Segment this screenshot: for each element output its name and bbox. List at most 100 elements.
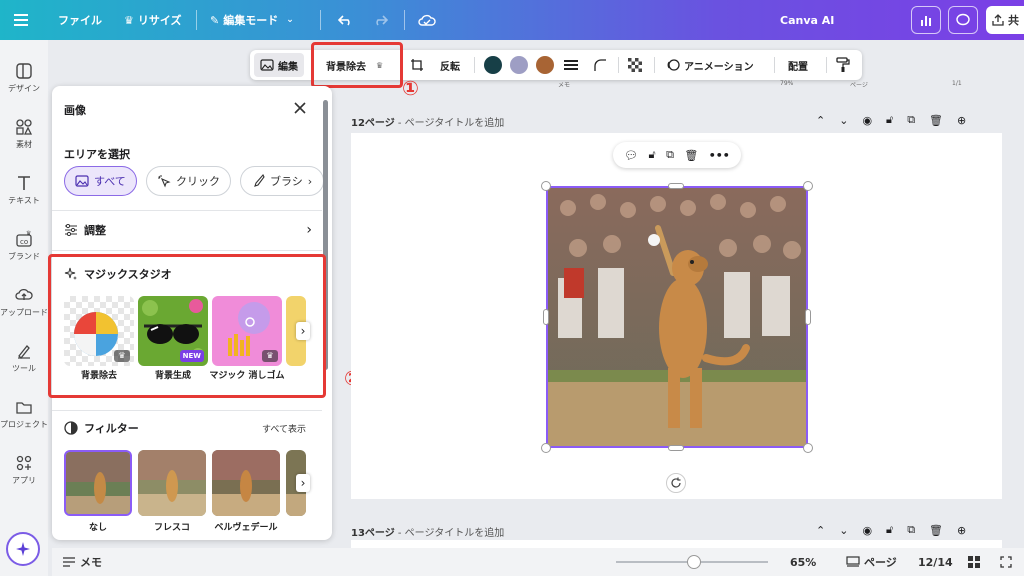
analytics-button[interactable] — [911, 6, 941, 34]
rail-item-text[interactable]: テキスト — [0, 174, 48, 206]
divider — [52, 250, 322, 251]
left-rail: デザイン 素材 テキスト co ♛ ブランド アップロード ツール プロジェクト … — [0, 40, 48, 576]
area-chip-click[interactable]: クリック — [146, 166, 231, 196]
paint-roller-icon[interactable] — [836, 50, 850, 80]
duplicate-icon[interactable]: ⧉ — [907, 523, 915, 537]
chevron-right-icon[interactable]: › — [296, 474, 310, 492]
duplicate-icon[interactable]: ⧉ — [907, 113, 915, 127]
zoom-value[interactable]: 65% — [790, 548, 816, 576]
color-swatch-1[interactable] — [484, 56, 502, 74]
lock-icon[interactable]: 🔓︎ — [886, 523, 893, 537]
position-button[interactable]: 配置 — [788, 50, 808, 80]
magic-assistant-button[interactable] — [6, 532, 40, 566]
area-chip-all[interactable]: すべて — [64, 166, 137, 196]
divider — [618, 57, 619, 73]
chevron-down-icon[interactable]: ⌄ — [839, 114, 848, 127]
animation-button[interactable]: アニメーション — [666, 50, 754, 80]
rail-item-design[interactable]: デザイン — [0, 62, 48, 94]
add-page-icon[interactable]: ⊕ — [957, 524, 966, 537]
close-icon[interactable] — [290, 98, 310, 118]
edit-image-button[interactable]: 編集 — [254, 53, 304, 77]
photo-image — [548, 188, 806, 446]
grid-view-icon[interactable] — [968, 548, 980, 576]
pages-label: ページ — [864, 556, 897, 569]
memo-label: メモ — [80, 556, 102, 569]
redo-icon[interactable] — [372, 0, 388, 40]
menu-icon[interactable] — [14, 0, 30, 40]
fullscreen-icon[interactable] — [1000, 548, 1012, 576]
lock-icon[interactable]: 🔓︎ — [886, 113, 893, 127]
edit-label: 編集 — [278, 61, 298, 73]
eye-icon[interactable]: ◉ — [862, 524, 872, 537]
color-swatch-3[interactable] — [536, 56, 554, 74]
ruler-memo: メモ — [558, 82, 571, 89]
text-icon — [18, 176, 30, 190]
chevron-down-icon[interactable]: ⌄ — [839, 524, 848, 537]
chevron-up-icon[interactable]: ⌃ — [816, 524, 825, 537]
rail-item-elements[interactable]: 素材 — [0, 118, 48, 150]
page-12-header[interactable]: 12ページ - ページタイトルを追加 — [351, 114, 504, 129]
trash-icon[interactable]: 🗑︎ — [929, 114, 943, 127]
filter-thumb-fresco[interactable] — [138, 450, 206, 516]
add-page-icon[interactable]: ⊕ — [957, 114, 966, 127]
select-area-heading: エリアを選択 — [64, 148, 130, 161]
resize-handle-bottom[interactable] — [668, 445, 684, 451]
upload-icon — [992, 14, 1004, 26]
notes-button[interactable]: メモ — [62, 548, 102, 576]
panel-title: 画像 — [64, 104, 86, 117]
page-13-header[interactable]: 13ページ - ページタイトルを追加 — [351, 524, 504, 539]
show-all-link[interactable]: すべて表示 — [262, 422, 306, 435]
page-count-label: 12/14 — [918, 555, 953, 569]
rail-item-tools[interactable]: ツール — [0, 342, 48, 374]
resize-handle-left[interactable] — [543, 309, 549, 325]
share-button[interactable]: 共 — [986, 6, 1024, 34]
resize-handle-top[interactable] — [668, 183, 684, 189]
eye-icon[interactable]: ◉ — [862, 114, 872, 127]
more-icon[interactable]: ••• — [709, 149, 730, 162]
rail-item-brand[interactable]: co ♛ ブランド — [0, 230, 48, 262]
adjust-row[interactable]: 調整 › — [64, 220, 312, 240]
filter-thumb-belvedere[interactable] — [212, 450, 280, 516]
resize-handle-right[interactable] — [805, 309, 811, 325]
corner-rounding-icon[interactable] — [593, 50, 607, 80]
filter-thumb-none[interactable] — [64, 450, 132, 516]
rotate-icon[interactable] — [666, 473, 686, 493]
file-menu[interactable]: ファイル — [58, 0, 102, 40]
resize-handle-tr[interactable] — [803, 181, 813, 191]
undo-icon[interactable] — [338, 0, 354, 40]
title-label: Canva AI — [780, 13, 835, 27]
transparency-icon[interactable] — [628, 50, 642, 80]
resize-button[interactable]: ♛ リサイズ — [124, 0, 182, 40]
area-chip-brush[interactable]: ブラシ › — [240, 166, 324, 196]
resize-handle-bl[interactable] — [541, 443, 551, 453]
lock-icon[interactable]: 🔓︎ — [649, 148, 656, 162]
color-swatch-2[interactable] — [510, 56, 528, 74]
document-title[interactable]: Canva AI — [780, 0, 834, 40]
canvas-page-13[interactable] — [351, 540, 1002, 548]
border-style-icon[interactable] — [563, 50, 579, 80]
edit-mode-dropdown[interactable]: ✎ 編集モード ⌄ — [210, 0, 294, 40]
duplicate-icon[interactable]: ⧉ — [666, 148, 674, 162]
trash-icon[interactable]: 🗑︎ — [929, 524, 943, 537]
comment-add-icon[interactable]: 💬︎ — [624, 149, 638, 162]
rail-item-apps[interactable]: アプリ — [0, 454, 48, 486]
pages-button[interactable]: ページ — [846, 548, 897, 576]
cloud-saved-icon[interactable] — [418, 0, 436, 40]
flip-button[interactable]: 反転 — [440, 50, 460, 80]
sliders-icon — [65, 224, 77, 236]
chevron-up-icon[interactable]: ⌃ — [816, 114, 825, 127]
comment-button[interactable] — [948, 6, 978, 34]
edit-mode-label: 編集モード — [223, 14, 279, 27]
resize-handle-tl[interactable] — [541, 181, 551, 191]
trash-icon[interactable]: 🗑︎ — [684, 149, 698, 162]
rail-label: 素材 — [16, 140, 32, 149]
image-icon — [75, 175, 89, 187]
adjust-label: 調整 — [84, 224, 106, 237]
dog-baseball-photo[interactable] — [546, 186, 808, 448]
resize-handle-br[interactable] — [803, 443, 813, 453]
svg-text:co: co — [20, 238, 28, 246]
rail-item-upload[interactable]: アップロード — [0, 286, 48, 318]
zoom-slider-knob[interactable] — [687, 555, 701, 569]
highlight-box-1 — [311, 42, 403, 88]
rail-item-projects[interactable]: プロジェクト — [0, 398, 48, 430]
